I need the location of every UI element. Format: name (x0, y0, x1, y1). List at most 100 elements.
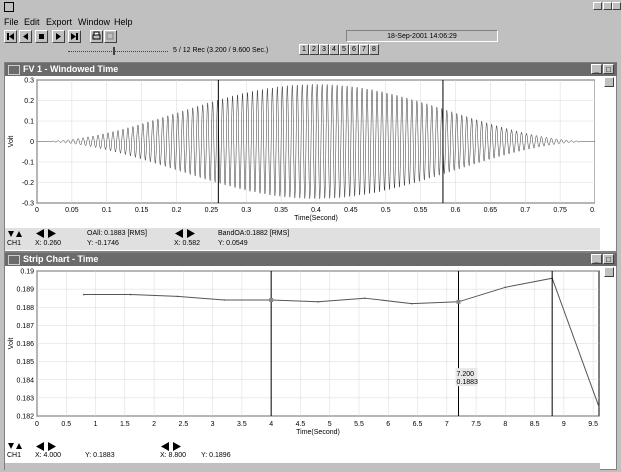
y-tick-label: 0.3 (24, 78, 34, 85)
x-tick-label: 0.6 (451, 207, 461, 214)
y-tick-label: 0.188 (16, 305, 34, 312)
horizontal-scrollbar[interactable] (5, 463, 600, 470)
x-axis-label: Time(Second) (296, 429, 340, 436)
bottom-scrollbar-thumb[interactable] (604, 267, 614, 277)
cursor-move-icon (36, 229, 56, 238)
top-scrollbar-thumb[interactable] (604, 77, 614, 87)
bottom-channel-arrows[interactable] (7, 442, 23, 452)
x-tick-label: 8.5 (530, 421, 540, 428)
bottom-cursor1-y: Y: 0.1883 (85, 452, 115, 459)
page-button-6[interactable]: 6 (349, 44, 359, 55)
y-tick-label: 0.185 (16, 359, 34, 366)
marker-label-y: 0.1883 (457, 379, 479, 386)
page-button-3[interactable]: 3 (319, 44, 329, 55)
menu-help[interactable]: Help (114, 17, 133, 27)
app-icon (4, 2, 14, 12)
x-tick-label: 9.5 (588, 421, 598, 428)
previous-icon (23, 33, 28, 40)
x-tick-label: 5.5 (354, 421, 364, 428)
page-button-8[interactable]: 8 (369, 44, 379, 55)
top-cursor2-x: X: 0.582 (174, 240, 201, 247)
top-maximize-button[interactable]: □ (603, 64, 614, 74)
menu-file[interactable]: File (4, 17, 19, 27)
toolbar-disabled-button[interactable] (104, 30, 117, 43)
stop-icon (39, 34, 44, 39)
x-tick-label: 1 (94, 421, 98, 428)
strip-chart: 0 0.5 1 1.5 2 2.5 3 3.5 4 4.5 5 5.5 6 6.5 7 7.5 8 8.5 9 9.5… (8, 269, 600, 436)
data-point (223, 299, 226, 301)
top-channel-arrows[interactable] (7, 230, 23, 240)
top-cursor2-y: Y: 0.0549 (218, 240, 248, 247)
play-button[interactable] (52, 30, 65, 43)
menu-window[interactable]: Window (78, 17, 110, 27)
y-tick-label: 0 (30, 139, 34, 146)
x-tick-label: 0.45 (344, 207, 358, 214)
top-cursor2-arrows[interactable] (174, 229, 196, 240)
x-tick-label: 6.5 (413, 421, 423, 428)
bottom-minimize-button[interactable]: _ (591, 254, 602, 264)
skip-last-icon (71, 33, 78, 40)
data-point (317, 301, 319, 303)
x-tick-label: 0 (35, 421, 39, 428)
x-tick-label: 0.7 (520, 207, 530, 214)
cursor-move-icon (36, 442, 56, 451)
cursor-marker (269, 298, 274, 302)
x-tick-label: 9 (562, 421, 566, 428)
data-point (83, 293, 85, 296)
top-cursor1-y: Y: -0.1746 (87, 240, 119, 247)
x-tick-label: 3 (211, 421, 215, 428)
top-channel-label: CH1 (7, 240, 22, 247)
windowed-time-title: FV 1 - Windowed Time (23, 64, 119, 74)
y-tick-label: 0.184 (16, 377, 34, 384)
y-tick-label: 0.2 (24, 98, 34, 105)
copy-icon (106, 32, 114, 40)
page-button-4[interactable]: 4 (329, 44, 339, 55)
record-slider[interactable] (68, 47, 168, 55)
datetime-text: 18-Sep-2001 14:06:29 (387, 33, 457, 40)
windowed-time-chart: 0 0.05 0.1 0.15 0.2 0.25 0.3 0.35 0.4 0.45 0.5 0.55… (8, 78, 595, 222)
page-button-7[interactable]: 7 (359, 44, 369, 55)
top-bandoa: BandOA:0.1882 [RMS] (218, 230, 290, 237)
page-button-2[interactable]: 2 (309, 44, 319, 55)
stop-button[interactable] (35, 30, 48, 43)
x-tick-label: 0 (35, 207, 39, 214)
previous-record-button[interactable] (19, 30, 32, 43)
x-tick-label: 0.4 (311, 207, 321, 214)
x-tick-label: 1.5 (120, 421, 130, 428)
y-tick-label: -0.2 (22, 180, 34, 187)
x-tick-label: 0.1 (102, 207, 112, 214)
page-button-5[interactable]: 5 (339, 44, 349, 55)
bottom-maximize-button[interactable]: □ (603, 254, 614, 264)
y-tick-label: 0.186 (16, 341, 34, 348)
print-button[interactable] (90, 30, 103, 43)
x-tick-label: 0.25 (205, 207, 219, 214)
app-maximize-button[interactable] (603, 2, 612, 10)
menu-edit[interactable]: Edit (24, 17, 40, 27)
x-tick-label: 0.05 (65, 207, 79, 214)
app-minimize-button[interactable] (593, 2, 602, 10)
page-button-1[interactable]: 1 (299, 44, 309, 55)
last-record-button[interactable] (68, 30, 81, 43)
x-tick-label: 0.3 (241, 207, 251, 214)
data-point (129, 293, 132, 296)
x-tick-label: 5 (328, 421, 332, 428)
top-cursor1-arrows[interactable] (35, 229, 57, 240)
top-cursor-panel: CH1 X: 0.260 OAll: 0.1883 [RMS] Y: -0.17… (5, 228, 600, 250)
x-tick-label: 0.35 (274, 207, 288, 214)
top-minimize-button[interactable]: _ (591, 64, 602, 74)
slider-thumb[interactable] (113, 47, 115, 55)
x-axis-label: Time(Second) (294, 215, 338, 222)
bottom-cursor1-x: X: 4.000 (35, 452, 62, 459)
app-close-button[interactable] (612, 2, 621, 10)
y-tick-label: 0.183 (16, 395, 34, 402)
y-tick-label: 0.1 (24, 119, 34, 126)
menu-export[interactable]: Export (46, 17, 72, 27)
first-record-button[interactable] (4, 30, 17, 43)
x-tick-label: 4.5 (296, 421, 306, 428)
windowed-time-titlebar: FV 1 - Windowed Time _ □ (5, 63, 617, 76)
printer-icon (92, 31, 101, 40)
y-tick-label: 0.189 (16, 287, 34, 294)
data-point (598, 406, 600, 408)
cursor-move-icon (175, 229, 195, 238)
record-info: 5 / 12 Rec (3.200 / 9.600 Sec.) (173, 47, 269, 54)
